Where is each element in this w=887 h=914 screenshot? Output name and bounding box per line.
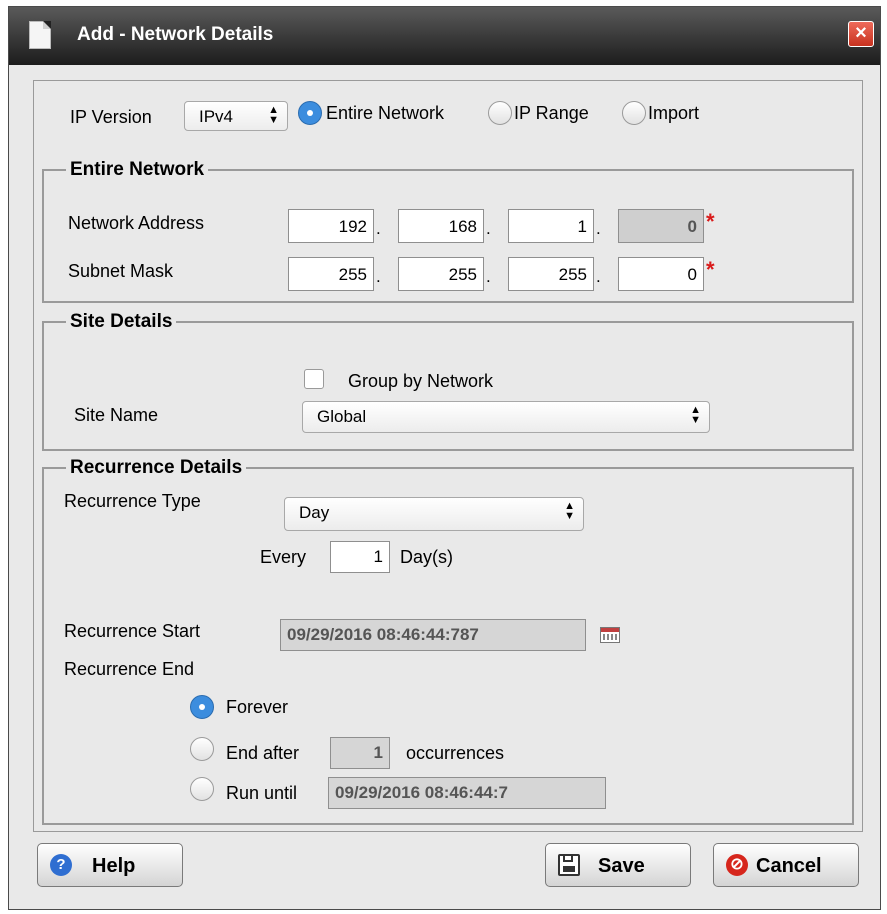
- group-by-network-label: Group by Network: [348, 371, 494, 391]
- title-bar: Add - Network Details ×: [9, 7, 880, 65]
- network-address-octet-3[interactable]: 1: [508, 209, 594, 243]
- site-name-select[interactable]: Global ▲ ▼: [302, 401, 710, 433]
- subnet-mask-octet-3[interactable]: 255: [508, 257, 594, 291]
- every-label: Every: [260, 547, 307, 567]
- site-details-legend: Site Details: [70, 311, 173, 332]
- select-arrows-icon: ▲ ▼: [268, 104, 279, 126]
- octet-dot: .: [376, 267, 381, 286]
- end-after-input: 1: [330, 737, 390, 769]
- run-until-input: 09/29/2016 08:46:44:7: [328, 777, 606, 809]
- network-address-octet-4: 0: [618, 209, 704, 243]
- save-button[interactable]: Save: [545, 843, 691, 887]
- end-after-label: End after: [226, 743, 300, 763]
- subnet-mask-octet-4[interactable]: 0: [618, 257, 704, 291]
- octet-dot: .: [376, 219, 381, 238]
- cancel-button[interactable]: ⊘ Cancel: [713, 843, 859, 887]
- network-address-octet-2[interactable]: 168: [398, 209, 484, 243]
- select-arrows-icon: ▲ ▼: [564, 500, 575, 522]
- site-name-value: Global: [317, 407, 367, 426]
- help-button-label: Help: [92, 855, 136, 877]
- save-button-label: Save: [598, 855, 645, 877]
- recurrence-end-label: Recurrence End: [64, 659, 195, 679]
- ip-version-value: IPv4: [199, 107, 234, 126]
- radio-end-after[interactable]: [190, 737, 214, 761]
- ip-version-select[interactable]: IPv4 ▲ ▼: [184, 101, 288, 131]
- radio-run-until[interactable]: [190, 777, 214, 801]
- help-icon: ?: [50, 854, 72, 876]
- document-icon: [29, 21, 51, 49]
- subnet-mask-octet-2[interactable]: 255: [398, 257, 484, 291]
- group-by-network-checkbox[interactable]: [304, 369, 324, 389]
- help-button[interactable]: ? Help: [37, 843, 183, 887]
- radio-ip-range[interactable]: [488, 101, 512, 125]
- radio-ip-range-label: IP Range: [514, 103, 589, 123]
- recurrence-type-label: Recurrence Type: [64, 491, 201, 511]
- subnet-mask-label: Subnet Mask: [68, 261, 174, 281]
- radio-forever[interactable]: [190, 695, 214, 719]
- dialog-title: Add - Network Details: [77, 24, 274, 45]
- radio-import-label: Import: [648, 103, 700, 123]
- recurrence-type-value: Day: [299, 503, 330, 522]
- save-icon: [558, 854, 580, 876]
- recurrence-start-label: Recurrence Start: [64, 621, 201, 641]
- entire-network-legend: Entire Network: [70, 159, 205, 180]
- close-button[interactable]: ×: [848, 21, 874, 47]
- occurrences-label: occurrences: [406, 743, 505, 763]
- octet-dot: .: [596, 267, 601, 286]
- forever-label: Forever: [226, 697, 289, 717]
- recurrence-details-legend: Recurrence Details: [70, 457, 243, 478]
- radio-entire-network-label: Entire Network: [326, 103, 445, 123]
- network-address-octet-1[interactable]: 192: [288, 209, 374, 243]
- network-details-dialog: Add - Network Details × IP Version IPv4 …: [8, 6, 881, 910]
- radio-entire-network[interactable]: [298, 101, 322, 125]
- dialog-content: IP Version IPv4 ▲ ▼ Entire Network IP Ran…: [33, 80, 863, 832]
- recurrence-type-select[interactable]: Day ▲ ▼: [284, 497, 584, 531]
- recurrence-start-input[interactable]: 09/29/2016 08:46:44:787: [280, 619, 586, 651]
- every-input[interactable]: 1: [330, 541, 390, 573]
- required-asterisk: *: [706, 257, 715, 282]
- cancel-icon: ⊘: [726, 854, 748, 876]
- every-unit-label: Day(s): [400, 547, 453, 567]
- calendar-icon[interactable]: [600, 627, 620, 643]
- octet-dot: .: [596, 219, 601, 238]
- ip-version-label: IP Version: [70, 107, 152, 127]
- subnet-mask-octet-1[interactable]: 255: [288, 257, 374, 291]
- network-address-label: Network Address: [68, 213, 205, 233]
- octet-dot: .: [486, 267, 491, 286]
- select-arrows-icon: ▲ ▼: [690, 404, 701, 426]
- cancel-button-label: Cancel: [756, 855, 822, 877]
- octet-dot: .: [486, 219, 491, 238]
- radio-import[interactable]: [622, 101, 646, 125]
- run-until-label: Run until: [226, 783, 298, 803]
- required-asterisk: *: [706, 209, 715, 234]
- site-name-label: Site Name: [74, 405, 159, 425]
